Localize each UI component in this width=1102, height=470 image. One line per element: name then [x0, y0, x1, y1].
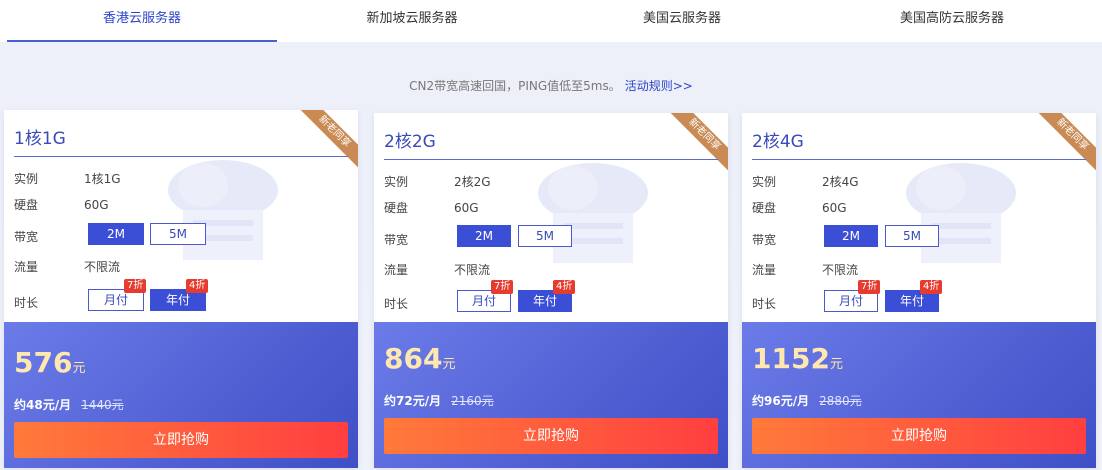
price-unit: 元 [442, 357, 456, 372]
disk-value: 60G [84, 198, 109, 212]
instance-value: 2核4G [822, 175, 859, 189]
plan-card-3: 新老同享 2核4G 实例 2核4G 硬盘 60G 带宽 2M 5M 流量 不限流 时长… [742, 113, 1096, 468]
traffic-value: 不限流 [822, 263, 859, 277]
yearly-discount-badge: 4折 [553, 280, 576, 294]
bandwidth-label: 带宽 [384, 233, 409, 247]
price-value: 864 [384, 342, 443, 375]
bandwidth-5m-button[interactable]: 5M [150, 223, 206, 245]
buy-now-button[interactable]: 立即抢购 [752, 418, 1086, 454]
tab-hongkong[interactable]: 香港云服务器 [7, 0, 277, 42]
tab-singapore[interactable]: 新加坡云服务器 [277, 0, 547, 42]
duration-label: 时长 [384, 297, 409, 311]
ribbon-badge: 新老同享 [662, 113, 728, 177]
traffic-value: 不限流 [84, 260, 121, 274]
monthly-price-row: 约96元/月 2880元 [752, 392, 862, 409]
disk-row: 硬盘 60G [752, 199, 847, 216]
monthly-price: 约72元/月 [384, 394, 442, 408]
region-tabs: 香港云服务器 新加坡云服务器 美国云服务器 美国高防云服务器 [0, 0, 1102, 42]
promo-notice: CN2带宽高速回国，PING值低至5ms。 活动规则>> [0, 77, 1102, 94]
price-panel: 576元 约48元/月 1440元 立即抢购 [4, 322, 358, 468]
duration-label: 时长 [14, 296, 39, 310]
price-panel: 864元 约72元/月 2160元 立即抢购 [374, 322, 728, 468]
instance-value: 2核2G [454, 175, 491, 189]
price: 576元 [14, 346, 85, 379]
monthly-discount-badge: 7折 [491, 280, 514, 294]
card-title: 2核2G [384, 132, 436, 152]
cloud-server-illustration [906, 163, 1016, 263]
traffic-label: 流量 [384, 263, 409, 277]
card-title: 1核1G [14, 129, 66, 149]
monthly-discount-badge: 7折 [124, 279, 147, 293]
disk-value: 60G [454, 201, 479, 215]
disk-row: 硬盘 60G [14, 196, 109, 213]
buy-now-button[interactable]: 立即抢购 [14, 422, 348, 458]
title-divider [752, 159, 1086, 160]
monthly-price-row: 约72元/月 2160元 [384, 392, 494, 409]
duration-label: 时长 [752, 297, 777, 311]
title-divider [384, 159, 718, 160]
original-price: 2880元 [819, 394, 862, 408]
price-panel: 1152元 约96元/月 2880元 立即抢购 [742, 322, 1096, 468]
disk-row: 硬盘 60G [384, 199, 479, 216]
price-unit: 元 [829, 357, 843, 372]
bandwidth-label: 带宽 [14, 230, 39, 244]
traffic-row: 流量 不限流 [384, 261, 490, 278]
monthly-discount-badge: 7折 [858, 280, 881, 294]
bandwidth-2m-button[interactable]: 2M [824, 225, 878, 247]
bandwidth-label: 带宽 [752, 233, 777, 247]
monthly-price: 约96元/月 [752, 394, 810, 408]
price: 864元 [384, 342, 455, 375]
plan-card-1: 新老同享 1核1G 实例 1核1G 硬盘 60G 带宽 2M 5M 流量 不限流 时长… [4, 110, 358, 468]
notice-text: CN2带宽高速回国，PING值低至5ms。 [409, 79, 621, 93]
price-value: 576 [14, 346, 73, 379]
cloud-server-illustration [168, 160, 278, 260]
original-price: 2160元 [451, 394, 494, 408]
price-unit: 元 [72, 361, 86, 376]
yearly-discount-badge: 4折 [186, 279, 209, 293]
disk-label: 硬盘 [752, 201, 777, 215]
tab-usa-ddos[interactable]: 美国高防云服务器 [817, 0, 1087, 42]
traffic-row: 流量 不限流 [752, 261, 858, 278]
traffic-row: 流量 不限流 [14, 258, 120, 275]
instance-row: 实例 1核1G [14, 170, 121, 187]
cloud-server-illustration [538, 163, 648, 263]
bandwidth-2m-button[interactable]: 2M [457, 225, 511, 247]
ribbon-badge: 新老同享 [292, 110, 358, 174]
traffic-label: 流量 [752, 263, 777, 277]
instance-label: 实例 [384, 175, 409, 189]
title-divider [14, 156, 348, 157]
instance-label: 实例 [752, 175, 777, 189]
traffic-value: 不限流 [454, 263, 491, 277]
traffic-label: 流量 [14, 260, 39, 274]
bandwidth-5m-button[interactable]: 5M [885, 225, 939, 247]
plan-card-2: 新老同享 2核2G 实例 2核2G 硬盘 60G 带宽 2M 5M 流量 不限流 时长… [374, 113, 728, 468]
price-value: 1152 [752, 342, 830, 375]
instance-label: 实例 [14, 172, 39, 186]
ribbon-badge: 新老同享 [1030, 113, 1096, 177]
yearly-discount-badge: 4折 [920, 280, 943, 294]
tab-usa[interactable]: 美国云服务器 [547, 0, 817, 42]
bandwidth-5m-button[interactable]: 5M [518, 225, 572, 247]
monthly-price-row: 约48元/月 1440元 [14, 396, 124, 413]
monthly-price: 约48元/月 [14, 398, 72, 412]
price: 1152元 [752, 342, 843, 375]
card-title: 2核4G [752, 132, 804, 152]
buy-now-button[interactable]: 立即抢购 [384, 418, 718, 454]
rules-link[interactable]: 活动规则>> [625, 79, 693, 93]
instance-row: 实例 2核2G [384, 173, 491, 190]
instance-row: 实例 2核4G [752, 173, 859, 190]
disk-label: 硬盘 [14, 198, 39, 212]
disk-label: 硬盘 [384, 201, 409, 215]
instance-value: 1核1G [84, 172, 121, 186]
bandwidth-2m-button[interactable]: 2M [88, 223, 144, 245]
original-price: 1440元 [81, 398, 124, 412]
disk-value: 60G [822, 201, 847, 215]
